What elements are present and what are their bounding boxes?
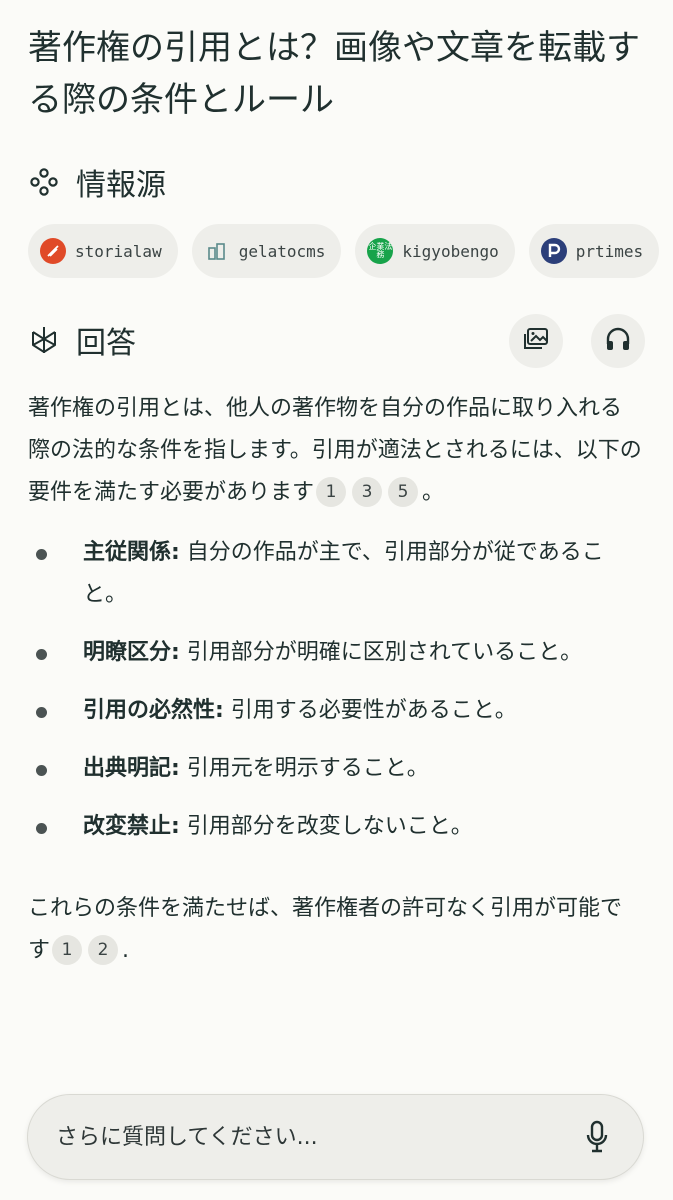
answer-closing: これらの条件を満たせば、著作権者の許可なく引用が可能です 1 2. xyxy=(28,888,643,972)
list-item-term: 引用の必然性: xyxy=(83,698,224,723)
answer-heading-label: 回答 xyxy=(76,326,136,361)
list-item-term: 主従関係: xyxy=(83,540,180,565)
page-title: 著作権の引用とは？画像や文章を転載する際の条件とルール xyxy=(28,28,640,120)
list-item: 主従関係: 自分の作品が主で、引用部分が従であること。 xyxy=(28,532,643,616)
bullet-dot xyxy=(36,649,47,660)
sources-heading: 情報源 xyxy=(28,160,166,204)
headphones-icon xyxy=(604,326,632,356)
bullet-dot xyxy=(36,765,47,776)
citation-badge[interactable]: 2 xyxy=(88,935,119,965)
bullet-dot xyxy=(36,707,47,718)
list-item-term: 明瞭区分: xyxy=(83,640,180,665)
microphone-icon[interactable] xyxy=(581,1117,613,1157)
image-gallery-icon xyxy=(522,326,550,356)
source-chip-label: prtimes xyxy=(575,241,644,261)
answer-body: 著作権の引用とは、他人の著作物を自分の作品に取り入れる際の法的な条件を指します。… xyxy=(28,388,643,972)
list-item-text: 引用する必要性があること。 xyxy=(223,698,517,723)
list-item-text: 引用部分を改変しないこと。 xyxy=(179,814,473,839)
list-item: 明瞭区分: 引用部分が明確に区別されていること。 xyxy=(28,632,643,674)
citation-badge[interactable]: 3 xyxy=(352,477,383,507)
listen-button[interactable] xyxy=(591,314,645,368)
answer-intro-end: 。 xyxy=(422,480,445,505)
sources-icon xyxy=(28,166,60,198)
gelatocms-favicon xyxy=(204,238,230,264)
citation-badge[interactable]: 5 xyxy=(388,477,419,507)
answer-intro: 著作権の引用とは、他人の著作物を自分の作品に取り入れる際の法的な条件を指します。… xyxy=(28,388,643,514)
source-chip-label: storialaw xyxy=(75,241,162,261)
list-item: 引用の必然性: 引用する必要性があること。 xyxy=(28,690,643,732)
source-chip-label: gelatocms xyxy=(238,241,326,261)
answer-heading: 回答 xyxy=(28,318,136,362)
source-chip-kigyobengo[interactable]: 企業法務 kigyobengo xyxy=(355,224,515,278)
followup-input[interactable] xyxy=(54,1123,581,1151)
list-item-text: 引用元を明示すること。 xyxy=(179,756,429,781)
citation-badge[interactable]: 1 xyxy=(52,935,83,965)
kigyobengo-favicon: 企業法務 xyxy=(367,238,394,264)
source-chip-storialaw[interactable]: storialaw xyxy=(28,224,178,278)
bullet-dot xyxy=(36,823,47,834)
list-item: 改変禁止: 引用部分を改変しないこと。 xyxy=(28,806,643,848)
list-item-text: 引用部分が明確に区別されていること。 xyxy=(179,640,583,665)
followup-bar xyxy=(27,1094,644,1180)
answer-closing-end: . xyxy=(122,938,130,963)
bullet-dot xyxy=(36,549,47,560)
source-chip-label: kigyobengo xyxy=(402,241,499,261)
answer-logo-icon xyxy=(28,324,60,356)
source-chip-gelatocms[interactable]: gelatocms xyxy=(191,224,342,278)
citation-badge[interactable]: 1 xyxy=(316,477,347,507)
source-chip-prtimes[interactable]: prtimes xyxy=(528,224,660,278)
list-item-term: 改変禁止: xyxy=(83,814,180,839)
list-item: 出典明記: 引用元を明示すること。 xyxy=(28,748,643,790)
sources-heading-label: 情報源 xyxy=(76,168,166,203)
list-item-term: 出典明記: xyxy=(83,756,180,781)
source-list: storialaw gelatocms 企業法務 kigyobengo prti… xyxy=(28,224,673,280)
images-button[interactable] xyxy=(509,314,563,368)
prtimes-favicon xyxy=(540,238,567,264)
storialaw-favicon xyxy=(40,238,66,264)
requirement-list: 主従関係: 自分の作品が主で、引用部分が従であること。 明瞭区分: 引用部分が明… xyxy=(28,532,643,848)
